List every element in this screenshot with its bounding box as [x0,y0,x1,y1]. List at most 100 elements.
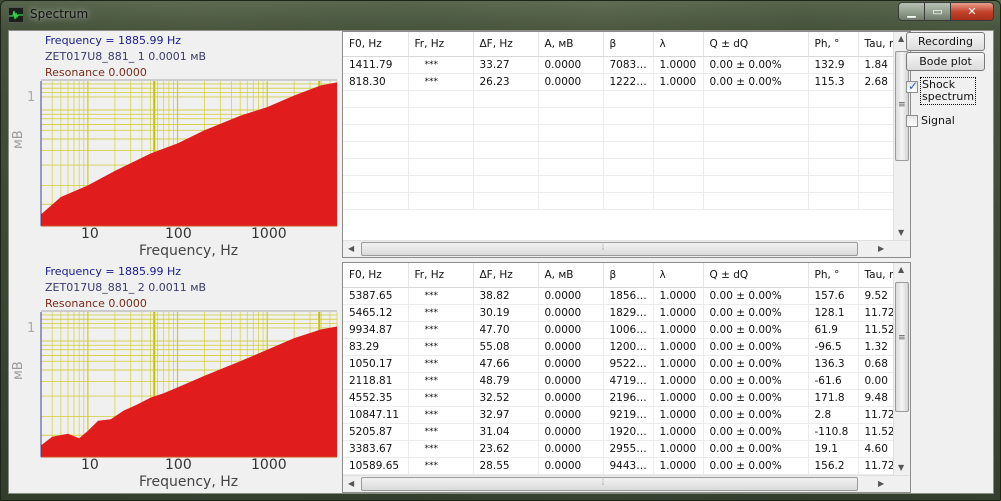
column-header[interactable]: F0, Hz [343,263,409,288]
table-row[interactable]: 83.29 *** 55.08 0.0000 1200… 1.0000 0.00 ± 0.0… [343,338,894,356]
grip-icon: ⦙ [602,478,605,488]
maximize-button[interactable]: ▭ [924,2,950,21]
table-row[interactable] [343,141,894,159]
column-header[interactable]: λ [653,32,704,57]
table-cell [858,90,894,108]
table-cell [703,192,809,210]
table-row[interactable]: 10589.65 *** 28.55 0.0000 9443… 1.0000 0.00 ± … [343,457,894,475]
horizontal-scrollbar[interactable]: ◀ ⦙ ▶ [343,475,910,492]
table-cell: 132.9 [808,56,859,74]
column-header[interactable]: β [603,263,654,288]
table-cell [858,107,894,125]
x-tick-label: 1000 [251,226,287,242]
column-header[interactable]: Q ± dQ [703,32,809,57]
table-row[interactable]: 5465.12 *** 30.19 0.0000 1829… 1.0000 0.00 ± 0… [343,304,894,322]
resonance-table-top[interactable]: F0, Hz Fr, Hz ΔF, Hz A, мВ β λ Q ± dQ Ph, ° Tau,… [342,31,911,258]
column-header[interactable]: ΔF, Hz [473,32,539,57]
table-cell [343,175,409,193]
scroll-thumb[interactable]: ⦙ [361,477,858,491]
table-row[interactable]: 5205.87 *** 31.04 0.0000 1920… 1.0000 0.00 ± 0… [343,423,894,441]
column-header[interactable]: F0, Hz [343,32,409,57]
table-cell [473,175,539,193]
minimize-button[interactable]: ▁ [898,2,924,21]
scroll-down-icon[interactable]: ▼ [898,228,904,237]
shock-spectrum-checkbox[interactable]: ✓ Shock spectrum [906,77,977,105]
recording-button[interactable]: Recording [906,32,985,51]
column-header[interactable]: ΔF, Hz [473,263,539,288]
title-bar[interactable]: Spectrum ▁ ▭ ✕ [1,1,1000,29]
vertical-scrollbar[interactable]: ▲ ≡ ▼ [893,263,910,475]
table-cell: 1856… [603,287,654,305]
table-cell [408,158,474,176]
column-header[interactable]: A, мВ [538,32,604,57]
resonance-table-bottom[interactable]: F0, Hz Fr, Hz ΔF, Hz A, мВ β λ Q ± dQ Ph, ° Tau,… [342,262,911,493]
table-cell: 128.1 [808,304,859,322]
checkbox-box[interactable] [906,115,918,127]
table-cell [703,175,809,193]
column-header[interactable]: Ph, ° [808,263,859,288]
table-row[interactable] [343,107,894,125]
bode-plot-button[interactable]: Bode plot [906,52,985,71]
table-cell: 47.70 [473,321,539,339]
scroll-left-icon[interactable]: ◀ [348,244,354,253]
table-row[interactable]: 818.30 *** 26.23 0.0000 1222… 1.0000 0.00 ± 0.… [343,73,894,91]
table-row[interactable]: 1411.79 *** 33.27 0.0000 7083… 1.0000 0.00 ± 0… [343,56,894,74]
column-header[interactable]: Q ± dQ [703,263,809,288]
scroll-thumb[interactable]: ≡ [895,282,909,412]
plot-canvas[interactable] [9,31,341,259]
table-row[interactable]: 2118.81 *** 48.79 0.0000 4719… 1.0000 0.00 ± 0… [343,372,894,390]
table-cell: 1.0000 [653,73,704,91]
table-cell [473,158,539,176]
y-tick-label: 1 [27,90,36,105]
signal-checkbox[interactable]: Signal [906,112,955,127]
column-header[interactable]: Fr, Hz [408,263,474,288]
column-header[interactable]: Tau, r [858,32,894,57]
table-row[interactable]: 10847.11 *** 32.97 0.0000 9219… 1.0000 0.00 ± … [343,406,894,424]
column-header[interactable]: Fr, Hz [408,32,474,57]
table-cell [473,141,539,159]
column-header[interactable]: λ [653,263,704,288]
table-row[interactable] [343,175,894,193]
scroll-thumb[interactable]: ⦙ [361,242,858,256]
table-row[interactable]: 5387.65 *** 38.82 0.0000 1856… 1.0000 0.00 ± 0… [343,287,894,305]
table-cell: *** [408,440,474,458]
table-cell [603,107,654,125]
table-cell: *** [408,355,474,373]
table-cell: 32.97 [473,406,539,424]
table-cell: 1050.17 [343,355,409,373]
table-cell: 19.1 [808,440,859,458]
table-row[interactable]: 1050.17 *** 47.66 0.0000 9522… 1.0000 0.00 ± 0… [343,355,894,373]
checkbox-box[interactable]: ✓ [906,79,918,93]
table-row[interactable] [343,90,894,108]
column-header[interactable]: β [603,32,654,57]
table-cell: 83.29 [343,338,409,356]
scroll-right-icon[interactable]: ▶ [878,479,884,488]
table-cell [343,192,409,210]
scroll-right-icon[interactable]: ▶ [878,244,884,253]
table-cell: 0.00 ± 0.00% [703,73,809,91]
table-row[interactable]: 4552.35 *** 32.52 0.0000 2196… 1.0000 0.00 ± 0… [343,389,894,407]
column-header[interactable]: A, мВ [538,263,604,288]
column-header[interactable]: Ph, ° [808,32,859,57]
table-row[interactable] [343,124,894,142]
close-button[interactable]: ✕ [950,2,994,21]
plot-canvas[interactable] [9,262,341,490]
scroll-up-icon[interactable]: ▲ [898,265,904,274]
table-row[interactable]: 9934.87 *** 47.70 0.0000 1006… 1.0000 0.00 ± 0… [343,321,894,339]
table-cell: 0.0000 [538,73,604,91]
table-cell [703,107,809,125]
signal-label: Signal [921,114,955,127]
scroll-down-icon[interactable]: ▼ [898,463,904,472]
table-row[interactable] [343,158,894,176]
horizontal-scrollbar[interactable]: ◀ ⦙ ▶ [343,240,910,257]
table-cell [808,175,859,193]
column-header[interactable]: Tau, r [858,263,894,288]
table-cell: 0.0000 [538,389,604,407]
table-row[interactable] [343,192,894,210]
scroll-up-icon[interactable]: ▲ [898,34,904,43]
x-axis-label: Frequency, Hz [139,243,239,259]
scroll-left-icon[interactable]: ◀ [348,479,354,488]
table-cell: 1006… [603,321,654,339]
table-row[interactable]: 3383.67 *** 23.62 0.0000 2955… 1.0000 0.00 ± 0… [343,440,894,458]
table-cell: 0.00 ± 0.00% [703,355,809,373]
